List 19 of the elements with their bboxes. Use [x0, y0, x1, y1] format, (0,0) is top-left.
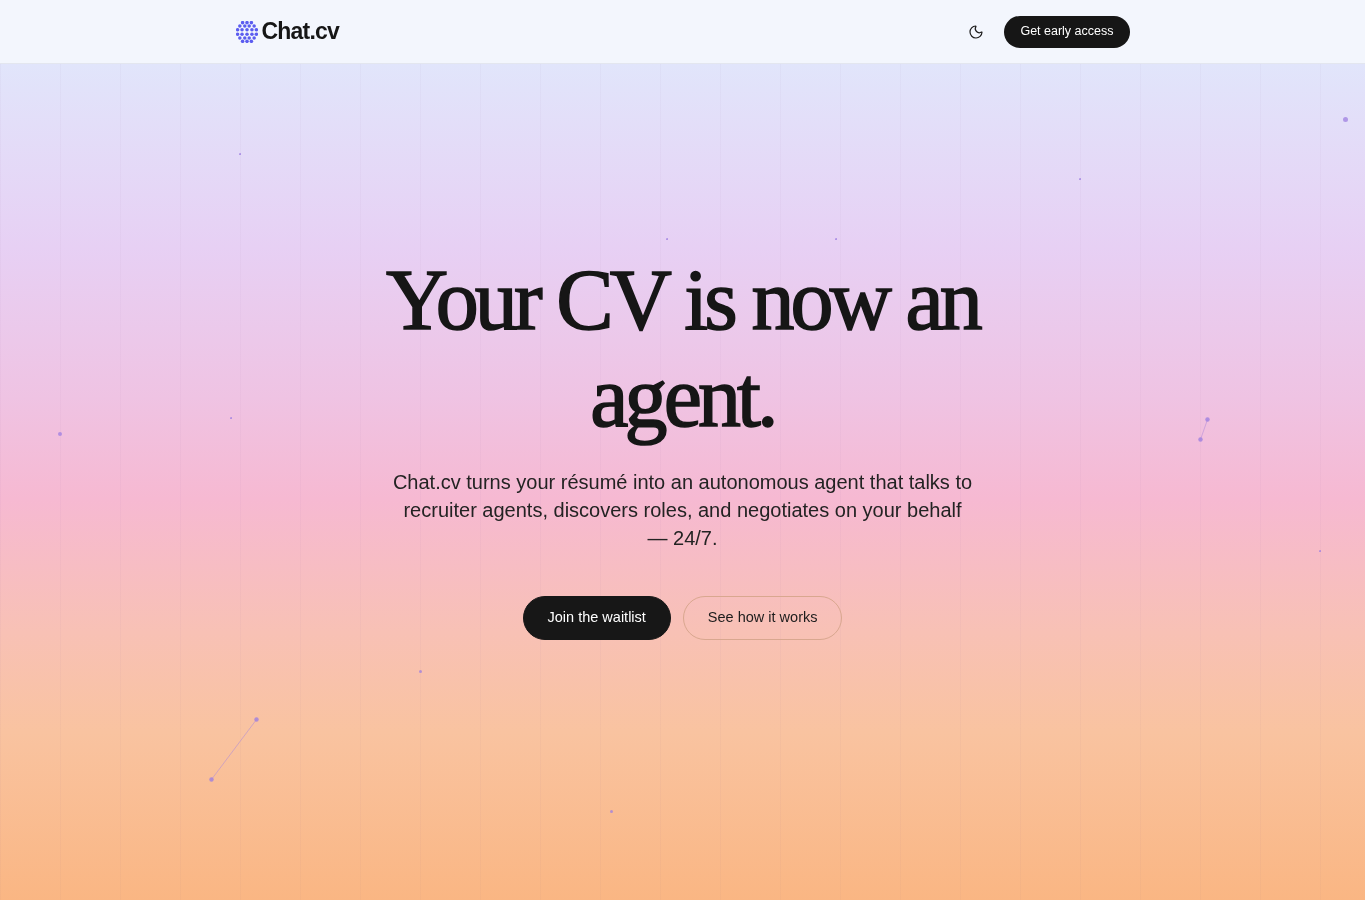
- logo-icon: [235, 20, 258, 43]
- particle-dot: [609, 809, 613, 813]
- hero-heading: Your CV is now an agent.: [385, 252, 981, 446]
- linked-dots: [208, 716, 259, 782]
- particle-dot: [665, 237, 669, 241]
- particle-dot: [834, 237, 838, 241]
- linked-dots: [1197, 416, 1210, 442]
- particle-dot: [229, 416, 233, 420]
- join-waitlist-button[interactable]: Join the waitlist: [522, 596, 671, 640]
- get-early-access-button[interactable]: Get early access: [1004, 15, 1130, 48]
- particle-dot: [1342, 116, 1348, 122]
- particle-dot: [238, 152, 242, 156]
- logo-link[interactable]: Chat.cv: [235, 14, 339, 49]
- particle-dot: [58, 432, 62, 436]
- particle-dot: [1318, 549, 1322, 553]
- moon-icon: [968, 23, 985, 40]
- hero-description: Chat.cv turns your résumé into an autonomous agent that talks to recruiter agents, discovers roles, and negotiates on your behalf — 24/7.: [391, 470, 974, 551]
- particle-dot: [1078, 177, 1082, 181]
- particle-dot: [418, 669, 422, 673]
